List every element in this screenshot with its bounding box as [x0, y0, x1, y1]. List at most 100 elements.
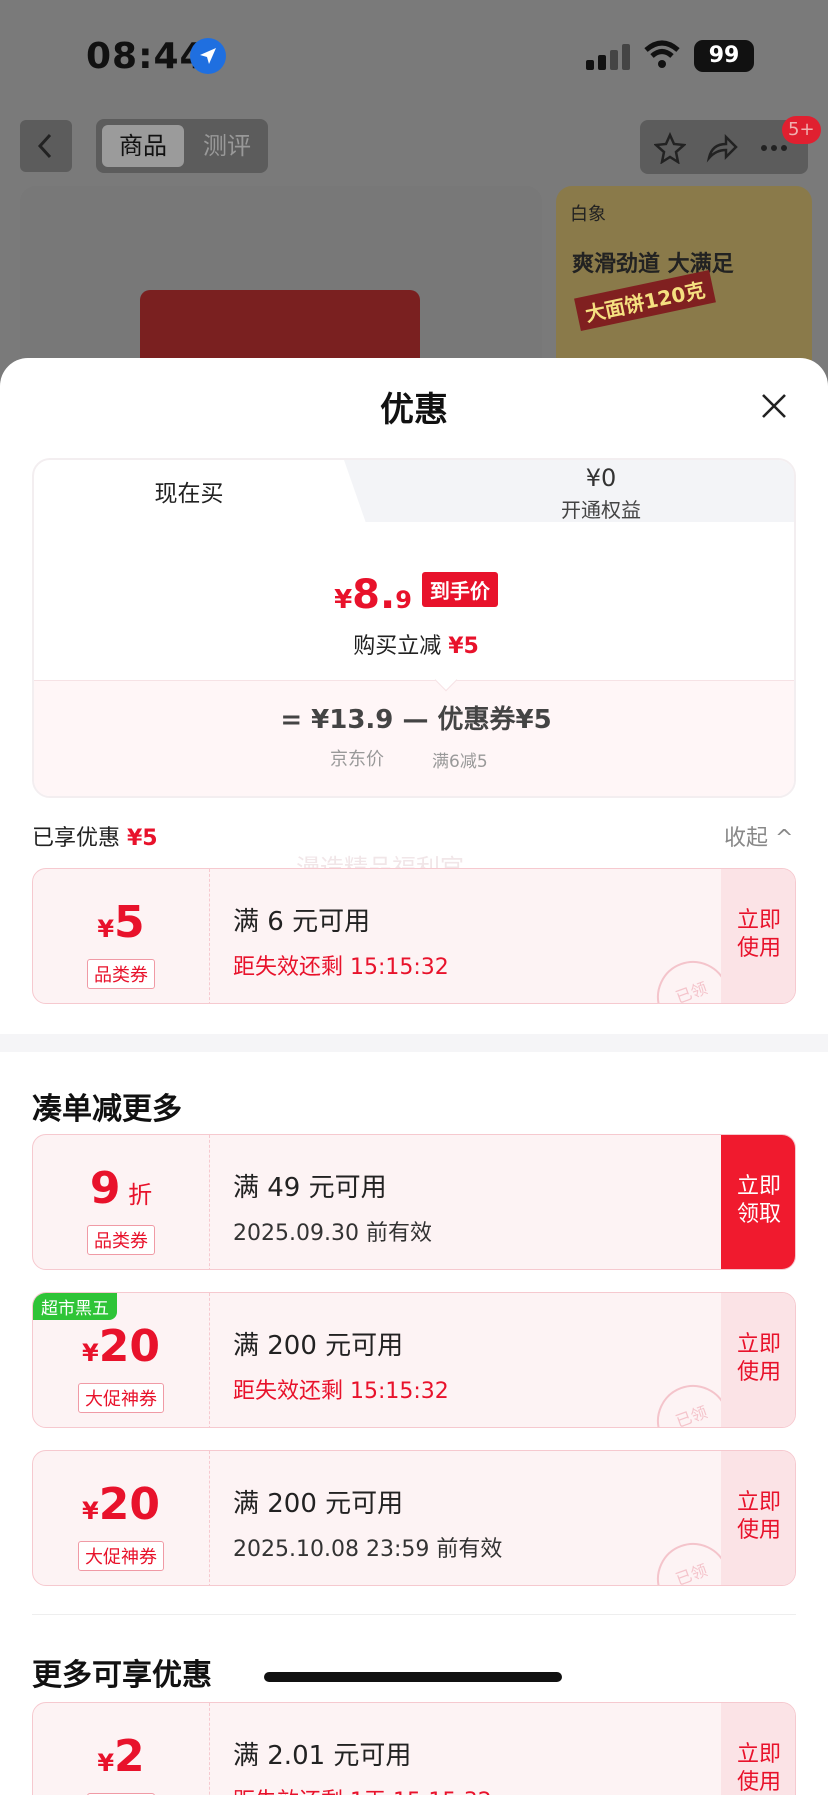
coupon-amount: ¥2	[33, 1731, 209, 1782]
calc-jd-price-label: 京东价	[330, 749, 384, 770]
sheet-title: 优惠	[380, 390, 448, 430]
enjoyed-label: 已享优惠	[32, 826, 127, 851]
coupon-amount-number: 2	[114, 1731, 145, 1782]
claim-coupon-button[interactable]: 立即 领取	[721, 1135, 795, 1269]
coupon-amount-number: 5	[114, 897, 145, 948]
coupon-type-wrap: 大促神券	[33, 1541, 209, 1571]
action-line2: 使用	[736, 1518, 781, 1543]
action-line1: 立即	[736, 908, 781, 933]
coupon-condition: 满 200 元可用	[233, 1331, 404, 1361]
coupon-expiry: 2025.09.30 前有效	[233, 1221, 432, 1246]
coupon-amount-number: 9	[89, 1163, 121, 1214]
coupon-divider	[209, 1703, 210, 1795]
coupon-type-wrap: 品类券	[33, 1225, 209, 1255]
coupon-type: 大促神券	[78, 1383, 164, 1413]
instant-discount: 购买立减 ¥5	[34, 628, 794, 660]
brand-logo-text: 白象	[570, 204, 606, 225]
section-separator	[0, 1034, 828, 1052]
home-indicator[interactable]	[264, 1672, 562, 1682]
coupon-value-area: ¥20 大促神券	[33, 1451, 209, 1585]
wifi-icon	[644, 40, 680, 68]
action-line1: 立即	[736, 1332, 781, 1357]
coupon-divider	[209, 1293, 210, 1427]
coupon-type-wrap: 大促神券	[33, 1383, 209, 1413]
coupon-type: 品类券	[87, 1225, 155, 1255]
action-line1: 立即	[736, 1742, 781, 1767]
coupon-expiry: 距失效还剩 1天 15:15:32	[233, 1783, 492, 1795]
final-price: ¥8.9 到手价	[34, 572, 794, 618]
coupon-suffix: 折	[120, 1181, 153, 1209]
use-coupon-button[interactable]: 立即 使用	[721, 1293, 795, 1427]
coupon-card: ¥5 品类券 满 6 元可用 距失效还剩 15:15:32 已领 立即 使用	[32, 868, 796, 1004]
close-icon[interactable]	[760, 392, 788, 420]
enjoyed-discount: 已享优惠 ¥5	[32, 820, 158, 852]
star-icon[interactable]	[654, 132, 686, 164]
coupon-value-area: ¥5 品类券	[33, 869, 209, 1003]
tab-product[interactable]: 商品	[102, 125, 184, 167]
price-currency: ¥	[334, 585, 353, 615]
use-coupon-button[interactable]: 立即 使用	[721, 1703, 795, 1795]
coupon-card: ¥20 大促神券 超市黑五 满 200 元可用 距失效还剩 15:15:32 已…	[32, 1292, 796, 1428]
action-line1: 立即	[736, 1174, 781, 1199]
action-line2: 使用	[736, 1770, 781, 1795]
price-decimal: 9	[395, 586, 412, 614]
price-tag: 到手价	[421, 572, 498, 607]
calc-formula: = ¥13.9 — 优惠券¥5	[280, 705, 552, 735]
use-coupon-button[interactable]: 立即 使用	[721, 1451, 795, 1585]
tab-slant	[344, 460, 404, 522]
membership-label: 开通权益	[561, 498, 641, 522]
coupon-value-area: ¥2 品类券	[33, 1703, 209, 1795]
coupon-expiry: 距失效还剩 15:15:32	[233, 1379, 449, 1404]
coupon-card: ¥20 大促神券 满 200 元可用 2025.10.08 23:59 前有效 …	[32, 1450, 796, 1586]
coupon-expiry: 距失效还剩 15:15:32	[233, 955, 449, 980]
coupon-condition: 满 200 元可用	[233, 1489, 404, 1519]
coupon-amount: ¥5	[33, 897, 209, 948]
battery-indicator: 99	[694, 40, 754, 72]
coupon-currency: ¥	[82, 1497, 99, 1525]
section-title-extra: 更多可享优惠	[32, 1658, 212, 1693]
instant-discount-value: ¥5	[448, 634, 479, 659]
coupon-amount: ¥20	[33, 1479, 209, 1530]
action-line2: 使用	[736, 936, 781, 961]
coupon-currency: ¥	[82, 1339, 99, 1367]
membership-price: ¥0	[585, 464, 617, 492]
image-banner: 大面饼120克	[574, 270, 716, 331]
coupon-value-area: 9 折 品类券	[33, 1135, 209, 1269]
coupon-amount-number: 20	[98, 1321, 160, 1372]
use-coupon-button[interactable]: 立即 使用	[721, 869, 795, 1003]
coupon-type: 大促神券	[78, 1541, 164, 1571]
back-button[interactable]	[20, 120, 72, 172]
coupon-condition: 满 2.01 元可用	[233, 1741, 412, 1771]
tab-buy-now[interactable]: 现在买	[34, 474, 344, 508]
notification-badge: 5+	[782, 116, 821, 144]
enjoyed-value: ¥5	[127, 826, 158, 851]
coupon-divider	[209, 869, 210, 1003]
tab-membership[interactable]: ¥0 开通权益	[404, 460, 794, 522]
coupon-amount: ¥20	[33, 1321, 209, 1372]
coupon-card: ¥2 品类券 满 2.01 元可用 距失效还剩 1天 15:15:32 立即使用	[32, 1702, 796, 1795]
location-arrow-icon	[190, 38, 226, 74]
tab-review[interactable]: 测评	[194, 125, 260, 167]
collapse-button[interactable]: 收起 ^	[724, 820, 793, 852]
price-integer: 8.	[352, 572, 396, 618]
coupon-type-wrap: 品类券	[33, 959, 209, 989]
coupon-divider	[209, 1135, 210, 1269]
action-line1: 立即	[736, 1490, 781, 1515]
calc-coupon-rule: 满6减5	[432, 752, 488, 772]
product-review-tabs: 商品 测评	[96, 119, 268, 173]
price-card: 现在买 ¥0 开通权益 ¥8.9 到手价 购买立减 ¥5 = ¥13.9 — 优惠…	[32, 458, 796, 798]
share-icon[interactable]	[706, 132, 738, 164]
coupon-currency: ¥	[97, 915, 115, 943]
status-time: 08:44	[86, 36, 206, 77]
coupon-condition: 满 49 元可用	[233, 1173, 387, 1203]
coupon-condition: 满 6 元可用	[233, 907, 371, 937]
product-image-side[interactable]: 白象 爽滑劲道 大满足 大面饼120克	[556, 186, 812, 386]
coupon-amount-number: 20	[98, 1479, 160, 1530]
action-line2: 领取	[736, 1202, 781, 1227]
coupon-divider	[209, 1451, 210, 1585]
price-calculation: = ¥13.9 — 优惠券¥5 京东价 满6减5	[34, 680, 794, 796]
coupon-amount: 9 折	[33, 1163, 209, 1214]
coupon-card: 9 折 品类券 满 49 元可用 2025.09.30 前有效 立即领取	[32, 1134, 796, 1270]
instant-discount-label: 购买立减	[353, 634, 449, 659]
background-page: 08:44 99 商品 测评 5+ 白象 爽滑劲道 大满足 大面饼120克	[0, 0, 828, 390]
